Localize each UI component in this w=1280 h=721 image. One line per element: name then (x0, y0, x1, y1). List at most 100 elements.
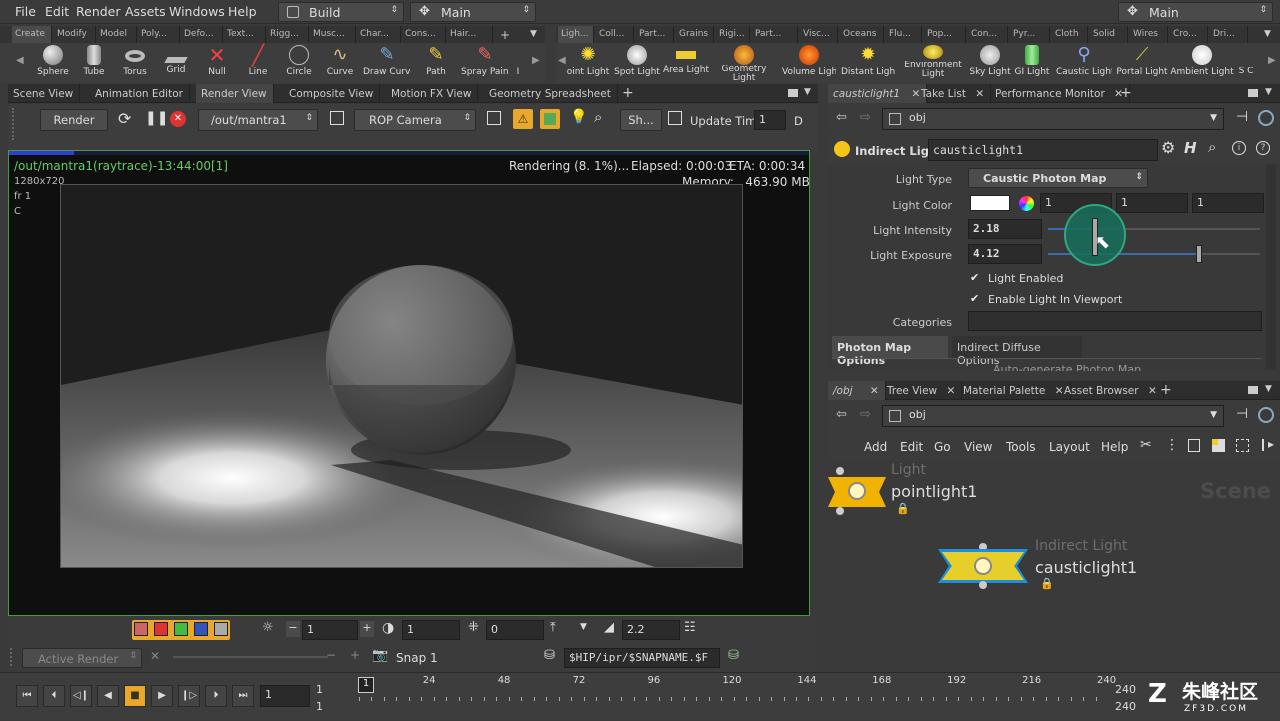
path-field-top[interactable]: obj ▼ (882, 108, 1224, 130)
blue-channel-icon[interactable] (194, 622, 208, 636)
menu-windows[interactable]: Windows (169, 4, 225, 19)
pointlight-name[interactable]: pointlight1 (891, 482, 977, 501)
maximize-icon[interactable] (1248, 386, 1258, 394)
grid-view-icon[interactable] (1212, 439, 1225, 452)
scroll-right-icon[interactable]: ▶ (532, 55, 540, 66)
add-tab-icon[interactable]: + (500, 28, 510, 42)
rop-jump-icon[interactable] (330, 111, 344, 125)
tab-parameters[interactable]: causticlight1 ✕ (828, 84, 928, 103)
stop-icon[interactable]: ✕ (170, 111, 186, 127)
tab-indirect-diffuse-options[interactable]: Indirect Diffuse Options (952, 336, 1082, 367)
menu-edit[interactable]: Edit (45, 4, 69, 19)
brightness-field[interactable]: 1 (302, 620, 358, 640)
pane-menu-icon[interactable]: ▼ (1265, 384, 1272, 394)
light-enabled-checkbox[interactable]: ✔ (970, 271, 982, 284)
tab-scene-view[interactable]: Scene View (8, 84, 81, 103)
network-menu-add[interactable]: Add (864, 440, 887, 454)
network-menu-tools[interactable]: Tools (1006, 440, 1036, 454)
search-icon[interactable]: ⌕ (594, 108, 602, 126)
menu-file[interactable]: File (15, 4, 36, 19)
help-h-icon[interactable]: H (1184, 139, 1197, 157)
causticlight-name[interactable]: causticlight1 (1035, 558, 1137, 577)
network-editor[interactable]: Scene Light pointlight1 🔒 Indirect Light… (828, 461, 1280, 671)
color-b-field[interactable]: 1 (1192, 193, 1264, 213)
lightbulb-icon[interactable]: 💡 (570, 109, 587, 125)
goto-end-button[interactable]: ⏭ (232, 685, 254, 707)
tool-sky-light[interactable]: Sky Light (966, 45, 1014, 81)
tool-curve[interactable]: ∿ Curve (316, 45, 364, 81)
pane-menu-icon[interactable]: ▼ (804, 87, 811, 97)
shelf-tab-hair[interactable]: Hair... (447, 26, 493, 43)
light-intensity-field[interactable]: 2.18 (968, 219, 1042, 239)
tab-tree-view[interactable]: Tree View ✕ (882, 381, 963, 400)
camera-dropdown[interactable]: ROP Camera ⇕ (354, 109, 476, 131)
close-snapshot-icon[interactable]: ✕ (150, 649, 160, 663)
node-name-field[interactable]: causticlight1 (928, 139, 1158, 161)
next-key-button[interactable]: ⏵ (205, 685, 227, 707)
shelf-tab-viscous[interactable]: Visc... (800, 26, 838, 43)
desktop-build-dropdown[interactable]: Build ⇕ (278, 2, 404, 22)
tab-composite-view[interactable]: Composite View (284, 84, 381, 103)
tree-icon[interactable]: ⋮ (1165, 437, 1179, 453)
gamma-icon[interactable]: ◢ (604, 620, 614, 635)
tool-spot-light[interactable]: Spot Light (613, 45, 661, 81)
camera-icon[interactable]: 📷 (372, 648, 388, 663)
timeline-ruler[interactable]: 24 48 72 96 120 144 168 192 216 240 1 (354, 673, 1116, 721)
shelf-tab-particle-fluids[interactable]: Part... (752, 26, 798, 43)
shelf-tab-pyro[interactable]: Pyr... (1010, 26, 1050, 43)
lut-icon[interactable]: ☷ (684, 620, 696, 635)
tool-spray-paint[interactable]: ✎ Spray Paint (461, 45, 509, 81)
causticlight-node[interactable] (938, 549, 1028, 583)
node-output-dot[interactable] (836, 507, 844, 515)
pin-icon[interactable]: ⊣ (1236, 406, 1248, 422)
start-frame[interactable]: 1 (316, 683, 323, 696)
tool-gi-light[interactable]: GI Light (1008, 45, 1056, 81)
contrast-field[interactable]: 1 (402, 620, 460, 640)
light-exposure-field[interactable]: 4.12 (968, 244, 1042, 264)
shelf-tab-fluid[interactable]: Flu... (886, 26, 922, 43)
tool-geometry-light[interactable]: Geometry Light (720, 45, 768, 83)
network-menu-view[interactable]: View (964, 440, 992, 454)
color-swatch[interactable] (970, 195, 1010, 211)
tool-cut[interactable]: I (512, 45, 524, 81)
shelf-tab-texture[interactable]: Text... (224, 26, 266, 43)
node-input-dot[interactable] (836, 467, 844, 475)
red-channel-icon[interactable] (154, 622, 168, 636)
parm-scrollbar[interactable] (1266, 164, 1276, 369)
contrast-icon[interactable]: ◑ (382, 620, 394, 636)
shelf-tab-solid[interactable]: Solid (1090, 26, 1128, 43)
add-tab-icon[interactable]: + (1120, 85, 1132, 101)
green-channel-icon[interactable] (174, 622, 188, 636)
minus-icon[interactable]: − (326, 648, 336, 662)
more-icon[interactable]: ❙▸ (1258, 437, 1274, 451)
stop-button[interactable]: ■ (124, 685, 146, 707)
shelf-menu-icon[interactable]: ▼ (1264, 29, 1271, 39)
network-menu-layout[interactable]: Layout (1049, 440, 1090, 454)
start-frame-2[interactable]: 1 (316, 700, 323, 713)
tab-material-palette[interactable]: Material Palette ✕ (958, 381, 1071, 400)
current-frame-field[interactable]: 1 (260, 685, 310, 707)
shelf-tab-oceans[interactable]: Oceans (840, 26, 884, 43)
viewport-light-checkbox[interactable]: ✔ (970, 292, 982, 305)
rop-path-dropdown[interactable]: /out/mantra1 ⇕ (198, 109, 318, 131)
menu-assets[interactable]: Assets (125, 4, 166, 19)
plus-icon[interactable]: + (360, 621, 374, 637)
tab-animation-editor[interactable]: Animation Editor (90, 84, 190, 103)
tab-motion-fx-view[interactable]: Motion FX View (386, 84, 479, 103)
menu-help[interactable]: Help (228, 4, 257, 19)
tools-icon[interactable]: ✂ (1140, 437, 1152, 453)
categories-field[interactable] (968, 311, 1262, 331)
tool-path[interactable]: ✎ Path (412, 45, 460, 81)
exposure-slider-handle[interactable] (1195, 245, 1202, 263)
shelf-tab-deform[interactable]: Defo... (181, 26, 223, 43)
goto-start-button[interactable]: ⏮ (16, 685, 38, 707)
tab-asset-browser[interactable]: Asset Browser ✕ (1059, 381, 1164, 400)
shelf-tab-poly[interactable]: Poly... (138, 26, 180, 43)
plus-icon[interactable]: + (350, 648, 360, 662)
end-frame-2[interactable]: 240 (1115, 700, 1136, 713)
pin-icon[interactable]: ⊣ (1236, 109, 1248, 125)
shelf-tab-model[interactable]: Model (97, 26, 137, 43)
gamma-field[interactable]: 2.2 (622, 620, 680, 640)
dropdown-icon[interactable]: ▼ (580, 622, 587, 632)
tool-distant-light[interactable]: ✹ Distant Light (841, 45, 895, 81)
